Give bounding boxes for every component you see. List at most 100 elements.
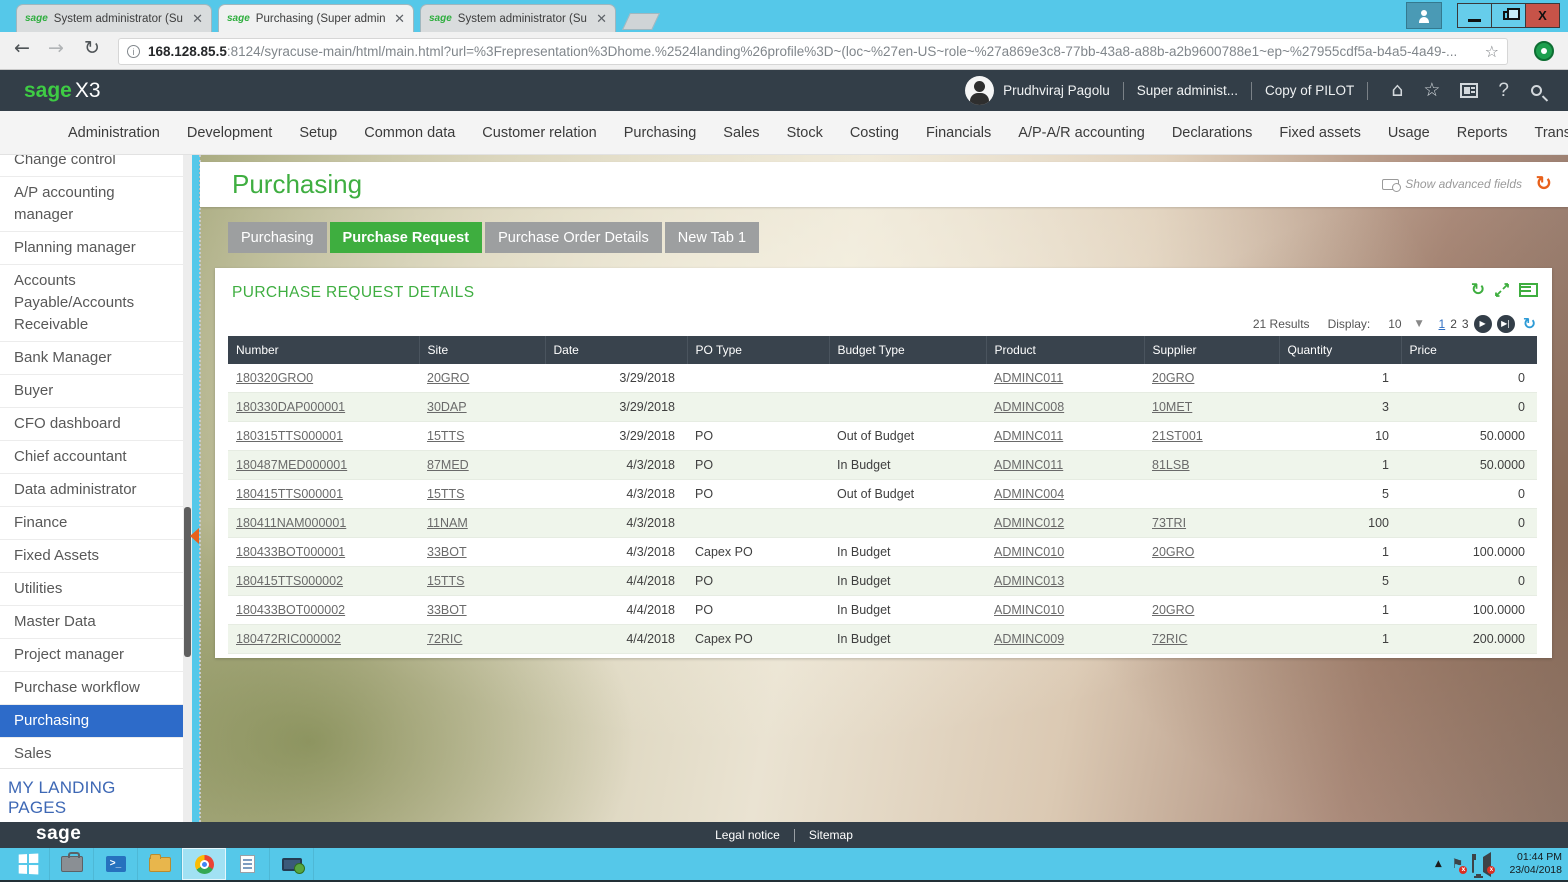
cell-link[interactable]: 180415TTS000001	[236, 487, 343, 501]
cell-link[interactable]: 72RIC	[427, 632, 462, 646]
cell-link[interactable]: 72RIC	[1152, 632, 1187, 646]
page-number-1[interactable]: 1	[1439, 317, 1446, 331]
column-header-quantity[interactable]: Quantity	[1279, 336, 1402, 364]
nav-item-development[interactable]: Development	[187, 125, 272, 141]
extension-icon[interactable]	[1534, 41, 1554, 61]
file-explorer-button[interactable]	[138, 848, 182, 880]
search-icon[interactable]	[1531, 85, 1542, 96]
column-header-number[interactable]: Number	[228, 336, 420, 364]
nav-item-purchasing[interactable]: Purchasing	[624, 125, 697, 141]
cell-link[interactable]: ADMINC010	[994, 545, 1064, 559]
next-page-button[interactable]: ▶	[1473, 314, 1492, 333]
user-name[interactable]: Prudhviraj Pagolu	[1003, 83, 1110, 98]
column-header-date[interactable]: Date	[545, 336, 688, 364]
cell-link[interactable]: 33BOT	[427, 603, 467, 617]
table-row[interactable]: 180433BOT000001 33BOT 4/3/2018 Capex PO In B…	[228, 537, 1537, 567]
table-row[interactable]: 180433BOT000002 33BOT 4/4/2018 PO In Budget A…	[228, 595, 1537, 625]
column-header-budget-type[interactable]: Budget Type	[829, 336, 987, 364]
footer-link-legal-notice[interactable]: Legal notice	[715, 828, 780, 842]
cell-link[interactable]: 20GRO	[1152, 545, 1194, 559]
start-button[interactable]	[6, 848, 50, 880]
endpoint-selector[interactable]: Copy of PILOT	[1265, 83, 1354, 98]
footer-link-sitemap[interactable]: Sitemap	[809, 828, 853, 842]
minimize-button[interactable]	[1457, 3, 1492, 28]
tab-close-icon[interactable]: ✕	[192, 11, 203, 27]
sidebar-item-master-data[interactable]: Master Data	[0, 606, 183, 639]
sidebar-collapse-arrow-icon[interactable]	[190, 528, 199, 544]
tab-close-icon[interactable]: ✕	[394, 11, 405, 27]
nav-item-stock[interactable]: Stock	[787, 125, 823, 141]
nav-item-setup[interactable]: Setup	[299, 125, 337, 141]
nav-item-reports[interactable]: Reports	[1457, 125, 1508, 141]
server-manager-button[interactable]	[50, 848, 94, 880]
cell-link[interactable]: 20GRO	[1152, 603, 1194, 617]
cell-link[interactable]: 10MET	[1152, 400, 1192, 414]
sidebar-item-a-p-accounting-manager[interactable]: A/P accounting manager	[0, 177, 183, 232]
nav-item-fixed-assets[interactable]: Fixed assets	[1279, 125, 1360, 141]
table-row[interactable]: 180330DAP000001 30DAP 3/29/2018 ADMINC008 10…	[228, 392, 1537, 422]
page-number-2[interactable]: 2	[1450, 317, 1457, 331]
cell-link[interactable]: 15TTS	[427, 429, 465, 443]
page-info-icon[interactable]: i	[127, 45, 140, 58]
nav-item-costing[interactable]: Costing	[850, 125, 899, 141]
cell-link[interactable]: 20GRO	[427, 371, 469, 385]
cell-link[interactable]: 15TTS	[427, 487, 465, 501]
cell-link[interactable]: ADMINC012	[994, 516, 1064, 530]
table-row[interactable]: 180415TTS000001 15TTS 4/3/2018 PO Out of Bud…	[228, 479, 1537, 509]
sidebar-item-purchase-workflow[interactable]: Purchase workflow	[0, 672, 183, 705]
home-icon[interactable]: ⌂	[1391, 81, 1403, 100]
table-row[interactable]: 180415TTS000002 15TTS 4/4/2018 PO In Budget A…	[228, 566, 1537, 596]
page-number-3[interactable]: 3	[1462, 317, 1469, 331]
powershell-button[interactable]: >_	[94, 848, 138, 880]
display-value[interactable]: 10	[1388, 317, 1401, 331]
computer-button[interactable]	[270, 848, 314, 880]
sidebar-item-accounts-payable-accounts-receivable[interactable]: Accounts Payable/Accounts Receivable	[0, 265, 183, 342]
sidebar-item-sales[interactable]: Sales	[0, 738, 183, 768]
cell-link[interactable]: 180433BOT000002	[236, 603, 345, 617]
cell-link[interactable]: 180472RIC000002	[236, 632, 341, 646]
address-bar[interactable]: i 168.128.85.5:8124/syracuse-main/html/m…	[118, 38, 1508, 65]
cell-link[interactable]: ADMINC008	[994, 400, 1064, 414]
browser-tab[interactable]: sage System administrator (Su ✕	[420, 4, 616, 32]
cell-link[interactable]: 11NAM	[427, 516, 468, 530]
browser-tab[interactable]: sage Purchasing (Super admin ✕	[218, 4, 414, 32]
browser-tab[interactable]: sage System administrator (Su ✕	[16, 4, 212, 32]
nav-item-usage[interactable]: Usage	[1388, 125, 1430, 141]
volume-icon[interactable]: x	[1483, 851, 1496, 877]
tab-new-tab-1[interactable]: New Tab 1	[664, 222, 760, 253]
user-avatar[interactable]	[965, 76, 995, 105]
nav-item-common-data[interactable]: Common data	[364, 125, 455, 141]
sidebar-item-finance[interactable]: Finance	[0, 507, 183, 540]
nav-item-administration[interactable]: Administration	[68, 125, 160, 141]
cell-link[interactable]: 20GRO	[1152, 371, 1194, 385]
tab-purchase-order-details[interactable]: Purchase Order Details	[485, 222, 662, 253]
table-row[interactable]: 180472RIC000002 72RIC 4/4/2018 Capex PO In B…	[228, 624, 1537, 654]
panel-refresh-icon[interactable]: ↻	[1471, 280, 1485, 300]
column-header-product[interactable]: Product	[986, 336, 1145, 364]
cell-link[interactable]: ADMINC013	[994, 574, 1064, 588]
forward-button[interactable]: →	[42, 37, 70, 59]
cell-link[interactable]: 180433BOT000001	[236, 545, 345, 559]
help-icon[interactable]: ?	[1498, 81, 1509, 100]
sidebar-item-utilities[interactable]: Utilities	[0, 573, 183, 606]
close-button[interactable]: X	[1525, 3, 1560, 28]
expand-icon[interactable]	[1494, 282, 1510, 298]
sidebar-item-change-control[interactable]: Change control	[0, 155, 183, 177]
sidebar-item-buyer[interactable]: Buyer	[0, 375, 183, 408]
table-row[interactable]: 180411NAM000001 11NAM 4/3/2018 ADMINC012 73T…	[228, 508, 1537, 538]
tab-purchasing[interactable]: Purchasing	[228, 222, 327, 253]
new-tab-button[interactable]	[622, 13, 660, 30]
grid-refresh-icon[interactable]: ↻	[1523, 314, 1536, 333]
cell-link[interactable]: 33BOT	[427, 545, 467, 559]
cell-link[interactable]: ADMINC004	[994, 487, 1064, 501]
sidebar-item-data-administrator[interactable]: Data administrator	[0, 474, 183, 507]
nav-item-translations[interactable]: Translations	[1535, 125, 1568, 141]
cell-link[interactable]: 180315TTS000001	[236, 429, 343, 443]
reload-button[interactable]: ↻	[78, 37, 106, 59]
cell-link[interactable]: 87MED	[427, 458, 469, 472]
page-refresh-icon[interactable]: ↻	[1535, 171, 1552, 195]
session-user-button[interactable]	[1406, 2, 1442, 29]
sidebar-item-bank-manager[interactable]: Bank Manager	[0, 342, 183, 375]
news-icon[interactable]	[1460, 83, 1479, 98]
sidebar-item-project-manager[interactable]: Project manager	[0, 639, 183, 672]
